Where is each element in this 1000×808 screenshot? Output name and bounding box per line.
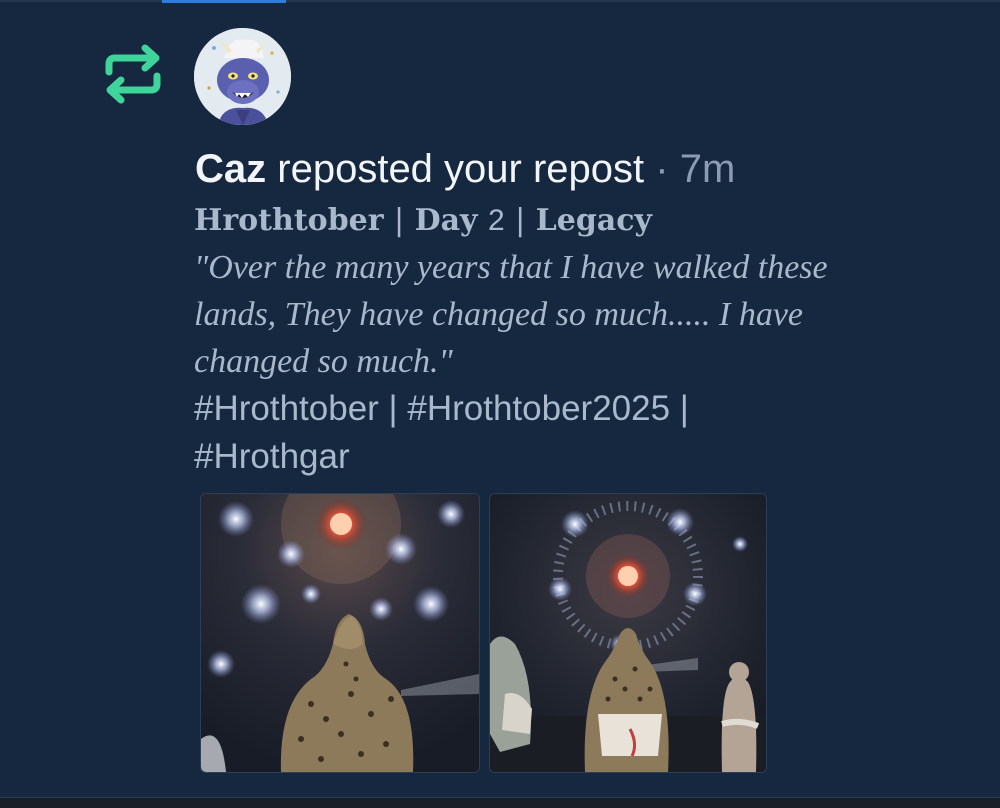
fireworks-image: [490, 494, 766, 772]
timestamp: 7m: [679, 147, 736, 191]
quote-line: changed so much.": [194, 343, 453, 380]
title-part-hrothtober: Hrothtober: [194, 203, 384, 238]
avatar[interactable]: [194, 28, 291, 125]
fireworks-image: [201, 494, 479, 772]
post-text: Hrothtober | Day 2 | Legacy "Over the ma…: [194, 198, 934, 481]
notification-action: reposted your repost: [277, 147, 645, 191]
quote-line: "Over the many years that I have walked …: [194, 249, 828, 286]
title-part-legacy: Legacy: [535, 203, 652, 238]
separator-dot: ·: [655, 147, 669, 191]
title-part-day: Day: [414, 203, 478, 238]
title-day-number: 2: [487, 204, 505, 237]
hashtag-line[interactable]: #Hrothtober | #Hrothtober2025 |: [194, 385, 934, 433]
post-title: Hrothtober | Day 2 | Legacy: [194, 198, 934, 244]
reposter-name[interactable]: Caz: [195, 147, 266, 191]
title-separator: |: [394, 203, 405, 238]
top-divider: [0, 0, 1000, 2]
notification-line: Caz reposted your repost · 7m: [195, 146, 735, 192]
bottom-bar: [0, 797, 1000, 808]
hashtag-line[interactable]: #Hrothgar: [194, 433, 934, 481]
quote-line: lands, They have changed so much..... I …: [194, 296, 804, 333]
active-tab-indicator: [162, 0, 286, 3]
post-image-2[interactable]: [489, 493, 767, 773]
post-image-1[interactable]: [200, 493, 480, 773]
title-separator: |: [515, 203, 526, 238]
repost-icon: [101, 42, 165, 106]
